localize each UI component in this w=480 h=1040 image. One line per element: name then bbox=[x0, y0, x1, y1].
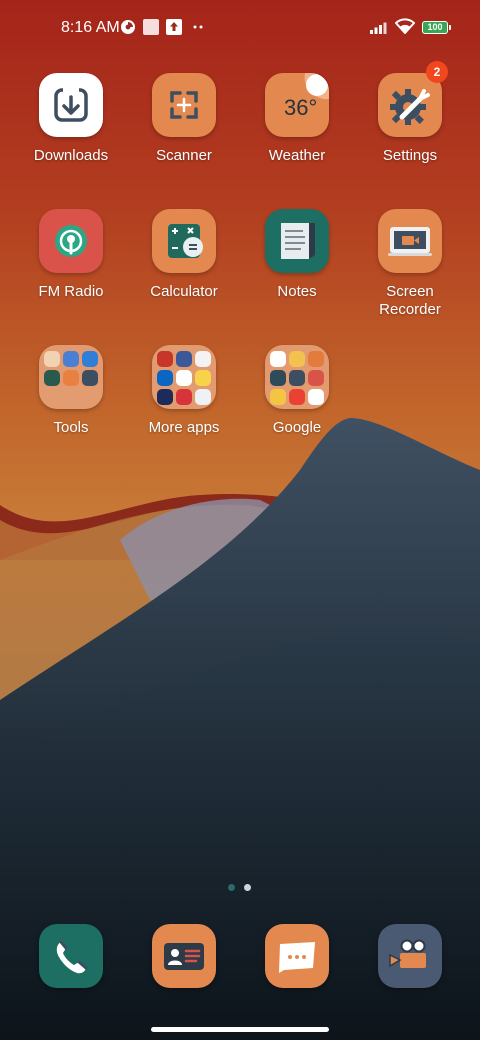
dock-messages[interactable] bbox=[265, 924, 329, 988]
mini-app-icon bbox=[289, 370, 305, 386]
notes-icon bbox=[265, 209, 329, 273]
mini-app-icon bbox=[157, 389, 173, 405]
app-screen-recorder[interactable]: Screen Recorder bbox=[355, 209, 465, 319]
camera-icon bbox=[389, 939, 426, 968]
app-label: Downloads bbox=[33, 147, 109, 164]
mini-app-icon bbox=[63, 370, 79, 386]
weather-temperature: 36° bbox=[284, 95, 317, 120]
mini-app-icon bbox=[176, 351, 192, 367]
contacts-icon bbox=[164, 943, 204, 970]
app-weather[interactable]: 36° Weather bbox=[242, 73, 352, 165]
app-label: Google bbox=[272, 419, 322, 436]
mini-app-icon bbox=[195, 351, 211, 367]
wifi-icon bbox=[395, 18, 415, 34]
app-label: Scanner bbox=[156, 147, 212, 164]
page-indicator[interactable] bbox=[228, 878, 260, 896]
app-settings[interactable]: 2 Settings bbox=[355, 61, 465, 165]
phone-icon bbox=[56, 940, 88, 974]
weather-icon: 36° bbox=[265, 73, 329, 137]
page-dot-active[interactable] bbox=[228, 884, 235, 891]
folder-icon bbox=[265, 345, 329, 409]
mini-app-icon bbox=[270, 351, 286, 367]
scan-icon bbox=[152, 73, 216, 137]
app-label: Notes bbox=[277, 283, 317, 300]
app-label: Tools bbox=[53, 419, 89, 436]
mini-app-icon bbox=[195, 389, 211, 405]
dock-phone[interactable] bbox=[39, 924, 103, 988]
mini-app-icon bbox=[195, 370, 211, 386]
folder-more-apps[interactable]: More apps bbox=[129, 345, 239, 437]
folder-tools[interactable]: Tools bbox=[16, 345, 126, 437]
folder-icon bbox=[152, 345, 216, 409]
signal-icon bbox=[370, 22, 387, 34]
app-fm-radio[interactable]: FM Radio bbox=[16, 209, 126, 301]
square-notification-icon bbox=[143, 19, 159, 35]
mini-app-icon bbox=[176, 389, 192, 405]
folder-icon bbox=[39, 345, 103, 409]
mini-app-icon bbox=[82, 351, 98, 367]
mini-app-icon bbox=[82, 370, 98, 386]
mini-app-icon bbox=[44, 370, 60, 386]
mini-app-icon bbox=[157, 351, 173, 367]
app-label: Weather bbox=[268, 147, 326, 164]
app-label: Screen Recorder bbox=[379, 283, 441, 318]
app-label: More apps bbox=[148, 419, 220, 436]
page-dot[interactable] bbox=[244, 884, 251, 891]
mini-app-icon bbox=[176, 370, 192, 386]
calculator-icon bbox=[152, 209, 216, 273]
mini-app-icon bbox=[308, 370, 324, 386]
status-bar: 8:16 AM 100 bbox=[0, 0, 480, 56]
mini-app-icon bbox=[157, 370, 173, 386]
app-notes[interactable]: Notes bbox=[242, 209, 352, 301]
more-notifications-icon bbox=[193, 25, 203, 29]
app-label: Calculator bbox=[150, 283, 218, 300]
app-downloads[interactable]: Downloads bbox=[16, 73, 126, 165]
mini-app-icon bbox=[44, 351, 60, 367]
mini-app-icon bbox=[308, 351, 324, 367]
notification-badge: 2 bbox=[426, 61, 448, 83]
dock-camera[interactable] bbox=[378, 924, 442, 988]
app-label: Settings bbox=[382, 147, 438, 164]
app-label: FM Radio bbox=[38, 283, 104, 300]
mini-app-icon bbox=[63, 351, 79, 367]
gear-icon: 2 bbox=[378, 61, 448, 137]
mini-app-icon bbox=[270, 370, 286, 386]
mini-app-icon bbox=[289, 389, 305, 405]
data-saver-icon bbox=[121, 20, 135, 34]
dock-contacts[interactable] bbox=[152, 924, 216, 988]
download-icon bbox=[39, 73, 103, 137]
radio-icon bbox=[39, 209, 103, 273]
screen-recorder-icon bbox=[378, 209, 442, 273]
messages-icon bbox=[279, 942, 315, 973]
clock: 8:16 AM bbox=[61, 19, 120, 36]
folder-google[interactable]: Google bbox=[242, 345, 352, 437]
app-scanner[interactable]: Scanner bbox=[129, 73, 239, 165]
upload-notification-icon bbox=[166, 19, 182, 35]
mini-app-icon bbox=[289, 351, 305, 367]
mini-app-icon bbox=[270, 389, 286, 405]
mini-app-icon bbox=[308, 389, 324, 405]
app-calculator[interactable]: Calculator bbox=[129, 209, 239, 301]
battery-icon: 100 bbox=[422, 21, 451, 34]
home-indicator[interactable] bbox=[151, 1027, 329, 1032]
